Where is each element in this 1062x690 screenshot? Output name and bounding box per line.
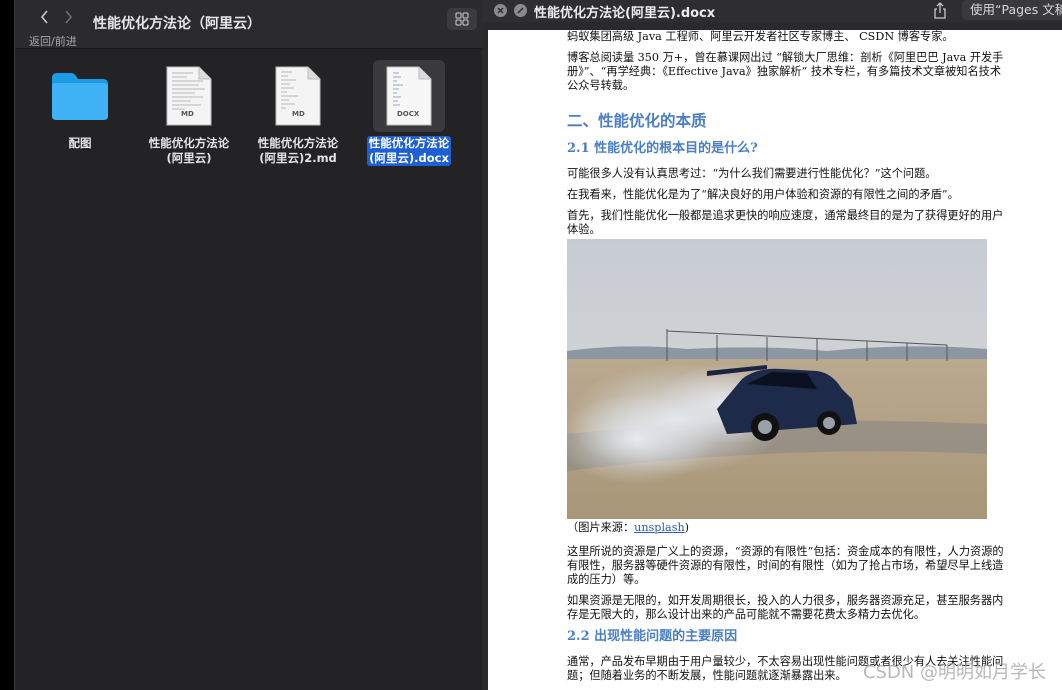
paragraph: 博客总阅读量 350 万+，曾在慕课网出过 “解锁大厂思维：剖析《阿里巴巴 Ja… xyxy=(567,51,1004,92)
fullscreen-button[interactable] xyxy=(514,4,527,17)
quicklook-title: 性能优化方法论(阿里云).docx xyxy=(534,6,716,21)
quicklook-titlebar: 性能优化方法论(阿里云).docx 使用“Pages 文稿”打开 xyxy=(482,0,1062,22)
document-page: 蚂蚁集团高级 Java 工程师、阿里云开发者社区专家博主、 CSDN 博客专家。… xyxy=(488,30,1062,690)
paragraph: 蚂蚁集团高级 Java 工程师、阿里云开发者社区专家博主、 CSDN 博客专家。 xyxy=(567,30,954,43)
file-name: 性能优化方法论 (阿里云).docx xyxy=(366,136,452,166)
file-name: 配图 xyxy=(68,136,92,150)
share-button[interactable] xyxy=(932,2,948,20)
image-caption: （图片来源：unsplash) xyxy=(567,521,690,534)
file-name: 性能优化方法论 (阿里云)2.md xyxy=(257,136,339,165)
nav-label: 返回/前进 xyxy=(29,35,77,48)
grid-view-icon xyxy=(455,12,469,26)
markdown-file-icon xyxy=(262,60,334,132)
view-mode-button[interactable] xyxy=(447,8,477,30)
paragraph: 在我看来，性能优化是为了“解决良好的用户体验和资源的有限性之间的矛盾”。 xyxy=(567,188,959,201)
car-photo xyxy=(567,239,987,519)
chevron-left-icon xyxy=(40,10,48,24)
chevron-right-icon xyxy=(64,10,72,24)
paragraph: 可能很多人没有认真思考过：“为什么我们需要进行性能优化？”这个问题。 xyxy=(567,167,937,180)
close-button[interactable] xyxy=(494,4,507,17)
markdown-file-icon xyxy=(153,60,225,132)
quicklook-window: 性能优化方法论(阿里云).docx 使用“Pages 文稿”打开 蚂蚁集团高级 … xyxy=(482,0,1062,690)
docx-file-icon xyxy=(373,60,445,132)
paragraph: 首先，我们性能优化一般都是追求更快的响应速度，通常最终目的是为了获得更好的用户体… xyxy=(567,209,1004,236)
forward-button[interactable] xyxy=(61,8,75,26)
back-button[interactable] xyxy=(37,8,51,26)
folder-icon xyxy=(44,60,116,132)
file-name: 性能优化方法论 (阿里云) xyxy=(148,136,230,165)
paragraph: 如果资源是无限的，如开发周期很长，投入的人力很多，服务器资源充足，甚至服务器内存… xyxy=(567,594,1004,621)
window-title: 性能优化方法论（阿里云） xyxy=(93,16,261,32)
document-content: 蚂蚁集团高级 Java 工程师、阿里云开发者社区专家博主、 CSDN 博客专家。… xyxy=(567,30,1007,690)
file-item-folder[interactable]: 配图 xyxy=(32,60,128,151)
subsection-heading: 2.2 出现性能问题的主要原因 xyxy=(567,629,738,644)
file-type-badge: MD xyxy=(292,110,305,118)
section-heading: 二、性能优化的本质 xyxy=(567,111,707,130)
paragraph: 这里所说的资源是广义上的资源，“资源的有限性”包括：资金成本的有限性，人力资源的… xyxy=(567,545,1004,586)
subsection-heading: 2.1 性能优化的根本目的是什么? xyxy=(567,141,758,156)
file-type-badge: DOCX xyxy=(397,110,420,118)
finder-toolbar: 返回/前进 性能优化方法论（阿里云） xyxy=(15,0,483,49)
share-icon xyxy=(934,2,946,19)
open-with-pages-button[interactable]: 使用“Pages 文稿”打开 xyxy=(962,0,1062,20)
finder-window: 返回/前进 性能优化方法论（阿里云） 配图 性能优化方法论 (阿里云) 性能优化… xyxy=(14,0,484,690)
watermark: CSDN @明明如月学长 xyxy=(862,662,1046,683)
file-type-badge: MD xyxy=(181,110,194,118)
close-icon xyxy=(497,7,504,14)
nav-arrows xyxy=(37,8,75,26)
source-link[interactable]: unsplash xyxy=(634,521,685,534)
fullscreen-icon xyxy=(517,7,524,14)
